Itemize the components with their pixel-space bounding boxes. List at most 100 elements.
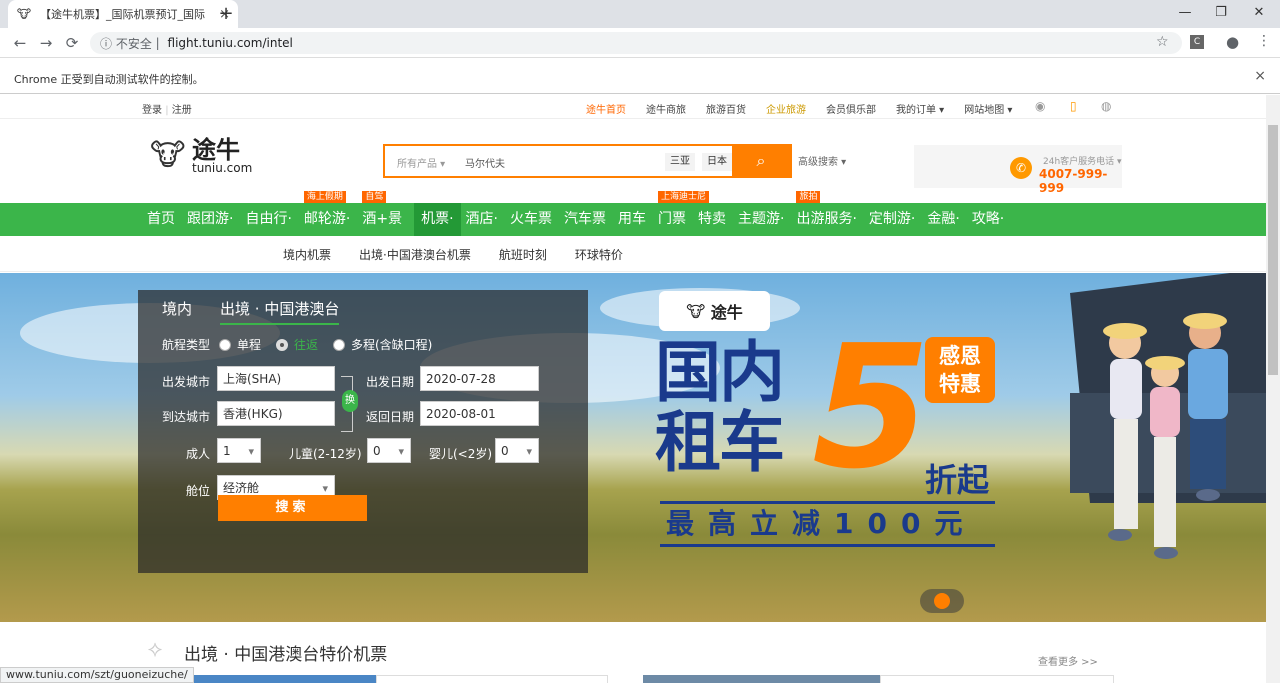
nav-item-5[interactable]: 机票· (414, 203, 461, 236)
return-date-input[interactable]: 2020-08-01 (420, 401, 539, 426)
bookmark-star-icon[interactable]: ☆ (1156, 34, 1169, 50)
depart-date-input[interactable]: 2020-07-28 (420, 366, 539, 391)
back-button[interactable]: ← (10, 33, 30, 53)
radio-roundtrip-label: 往返 (294, 338, 319, 352)
radio-oneway[interactable]: 单程 (219, 336, 261, 353)
search-button[interactable]: ⌕ (732, 146, 790, 176)
radio-oneway-label: 单程 (237, 338, 262, 352)
advanced-search-link[interactable]: 高级搜索 ▾ (798, 153, 846, 168)
ad-logo-text: 途牛 (710, 303, 743, 322)
scrollbar-thumb[interactable] (1268, 125, 1278, 375)
nav-item-4[interactable]: 酒+景 自驾 (362, 191, 409, 236)
carousel-indicator (920, 589, 964, 613)
cow-logo-icon: 🐮 (150, 138, 186, 173)
search-tag-japan[interactable]: 日本 (702, 153, 732, 171)
logo-cn: 途牛 (192, 136, 240, 164)
maximize-button[interactable]: ❐ (1209, 4, 1233, 22)
mobile-app-icon[interactable]: ▯ (1070, 99, 1084, 113)
subnav-intl[interactable]: 出境·中国港澳台机票 (359, 246, 471, 263)
nav-item-14[interactable]: 定制游· (869, 203, 922, 236)
view-more-link[interactable]: 查看更多 >> (1038, 653, 1098, 668)
my-orders-link[interactable]: 我的订单 ▾ (896, 101, 944, 116)
trip-type-label: 航程类型 (162, 338, 211, 352)
tuniu-logo[interactable]: 🐮 途牛 tuniu.com (150, 138, 252, 174)
close-window-button[interactable]: ✕ (1247, 4, 1271, 22)
info-icon[interactable]: ⓘ (100, 35, 112, 52)
infant-label: 婴儿(<2岁) (429, 447, 493, 461)
deal-card[interactable] (376, 675, 608, 683)
chrome-menu-icon[interactable]: ⋮ (1257, 33, 1271, 49)
nav-item-3[interactable]: 邮轮游· 海上假期 (303, 191, 357, 236)
nav-item-0[interactable]: 首页 (147, 203, 182, 236)
nav-item-13[interactable]: 出游服务· 旅拍 (796, 191, 863, 236)
nav-item-12[interactable]: 主题游· (738, 203, 791, 236)
subnav-global-deals[interactable]: 环球特价 (575, 246, 623, 263)
business-travel-link[interactable]: 途牛商旅 (646, 101, 686, 116)
ad-bubble-1: 感恩 (939, 344, 981, 368)
new-tab-button[interactable]: + (216, 4, 236, 24)
wechat-icon[interactable]: ◍ (1101, 99, 1115, 113)
deal-thumbnail[interactable] (170, 675, 376, 683)
login-link[interactable]: 登录 (142, 105, 162, 116)
forward-button[interactable]: → (36, 33, 56, 53)
arrive-city-input[interactable]: 香港(HKG) (217, 401, 335, 426)
nav-item-label: 用车 (618, 211, 646, 227)
weibo-icon[interactable]: ◉ (1035, 99, 1049, 113)
nav-item-9[interactable]: 用车 (618, 203, 653, 236)
deal-thumbnail[interactable] (643, 675, 880, 683)
radio-roundtrip[interactable]: 往返 (276, 336, 318, 353)
deal-card[interactable] (880, 675, 1114, 683)
subnav-domestic[interactable]: 境内机票 (283, 246, 331, 263)
child-select[interactable]: 0 (367, 438, 411, 464)
carousel-dot-active[interactable] (934, 593, 950, 609)
tab-intl[interactable]: 出境 · 中国港澳台 (220, 298, 340, 325)
flight-search-button[interactable]: 搜索 (218, 495, 367, 521)
subnav-schedule[interactable]: 航班时刻 (499, 246, 547, 263)
search-input[interactable]: 马尔代夫 (465, 155, 505, 170)
nav-item-10[interactable]: 门票 上海迪士尼 (658, 191, 710, 236)
radio-checked-icon (276, 338, 288, 351)
nav-item-label: 火车票 (510, 211, 552, 227)
profile-avatar-icon[interactable]: ● (1226, 33, 1239, 51)
nav-item-label: 首页 (147, 211, 175, 227)
depart-city-input[interactable]: 上海(SHA) (217, 366, 335, 391)
nav-item-badge: 上海迪士尼 (658, 191, 710, 203)
nav-item-2[interactable]: 自由行· (245, 203, 298, 236)
page-scrollbar[interactable] (1266, 95, 1280, 683)
address-bar[interactable]: ⓘ 不安全 | flight.tuniu.com/intel (90, 32, 1182, 54)
search-tag-sanya[interactable]: 三亚 (665, 153, 695, 171)
nav-item-15[interactable]: 金融· (927, 203, 966, 236)
travel-goods-link[interactable]: 旅游百货 (706, 101, 746, 116)
home-link[interactable]: 途牛首页 (586, 101, 626, 116)
reload-button[interactable]: ⟳ (62, 33, 82, 53)
tab-domestic[interactable]: 境内 (162, 298, 192, 325)
infant-select[interactable]: 0 (495, 438, 539, 464)
adult-select[interactable]: 1 (217, 438, 261, 464)
hotline-label[interactable]: 24h客户服务电话 ▾ (1043, 154, 1122, 167)
minimize-button[interactable]: — (1173, 4, 1197, 22)
nav-item-16[interactable]: 攻略· (972, 203, 1011, 236)
enterprise-travel-link[interactable]: 企业旅游 (766, 101, 806, 116)
infobar-close-icon[interactable]: × (1254, 68, 1266, 84)
nav-item-8[interactable]: 汽车票 (564, 203, 613, 236)
search-category-select[interactable]: 所有产品 ▾ (397, 155, 445, 170)
member-club-link[interactable]: 会员俱乐部 (826, 101, 876, 116)
radio-circle-icon (333, 338, 345, 351)
ad-cow-icon: 🐮 (686, 301, 706, 321)
child-label: 儿童(2-12岁) (289, 447, 362, 461)
radio-multi[interactable]: 多程(含缺口程) (333, 336, 432, 353)
site-map-link[interactable]: 网站地图 ▾ (964, 101, 1012, 116)
extension-icon[interactable]: C (1190, 35, 1204, 49)
nav-item-badge: 海上假期 (303, 191, 346, 203)
swap-cities-button[interactable]: 换 (342, 390, 358, 412)
nav-item-6[interactable]: 酒店· (466, 203, 505, 236)
nav-item-7[interactable]: 火车票 (510, 203, 559, 236)
nav-item-1[interactable]: 跟团游· (187, 203, 240, 236)
promo-banner[interactable]: 广告 境内 出境 · 中国港澳台 航程类型 单程 往返 多程(含缺口程) 出发城… (0, 273, 1266, 622)
browser-tab[interactable]: 🐮 【途牛机票】_国际机票预订_国际 × (8, 0, 238, 28)
nav-item-label: 特卖 (698, 211, 726, 227)
url-text[interactable]: flight.tuniu.com/intel (168, 36, 293, 50)
register-link[interactable]: 注册 (172, 105, 192, 116)
nav-item-11[interactable]: 特卖 (698, 203, 733, 236)
login-separator: | (165, 105, 169, 116)
